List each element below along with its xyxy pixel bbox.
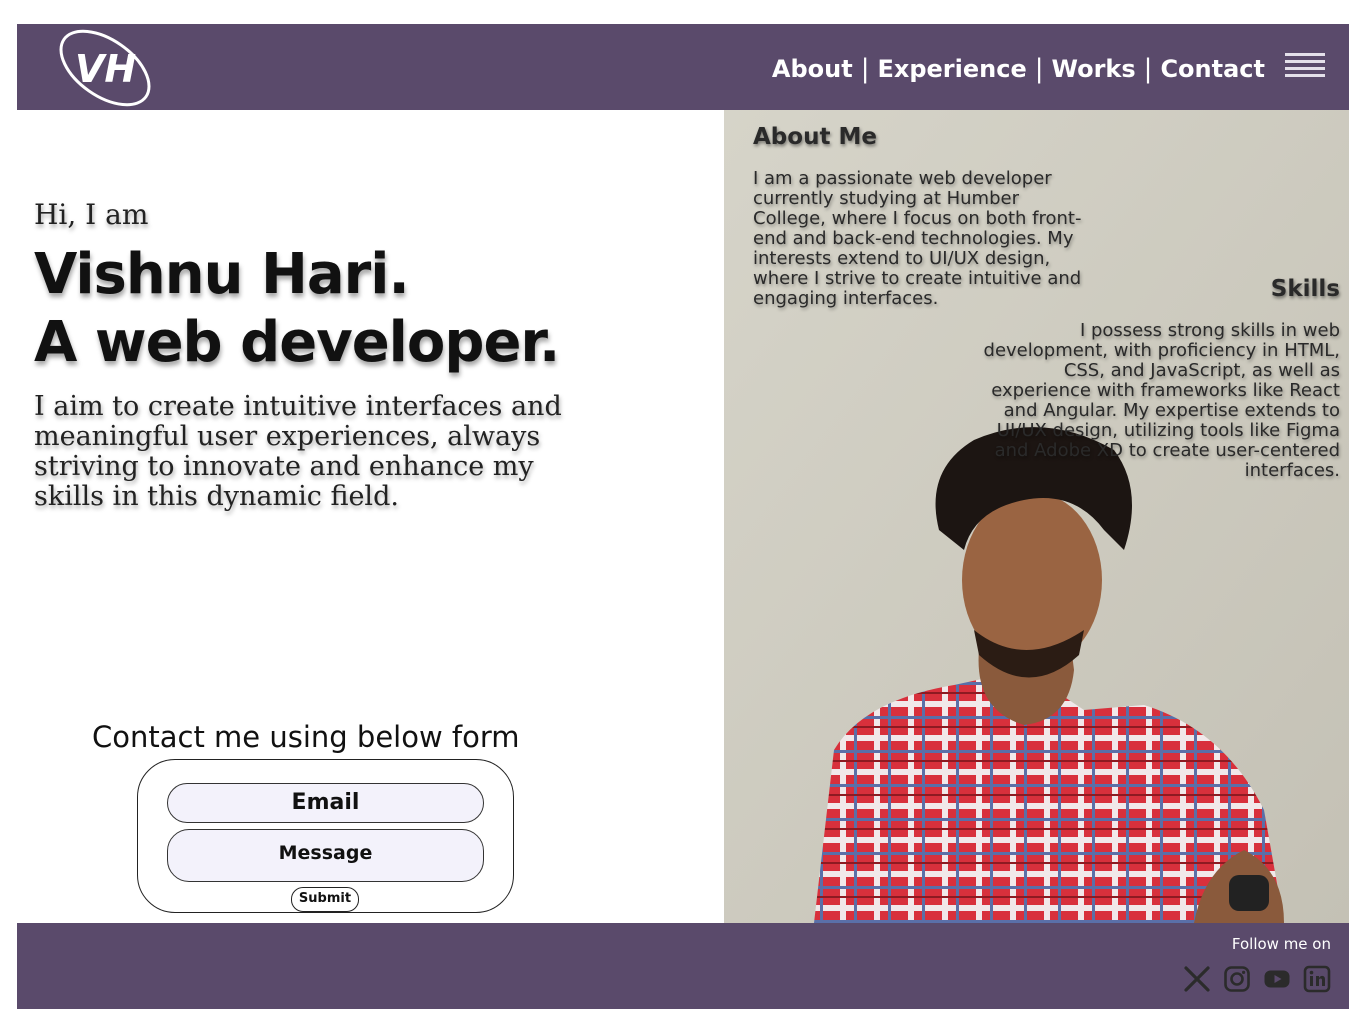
vh-logo-icon: VH [59,29,151,107]
nav-separator: | [1034,54,1044,84]
skills-text: I possess strong skills in web developme… [983,320,1340,481]
message-field[interactable]: Message [167,829,484,882]
logo[interactable]: VH [57,26,157,108]
about-section: About Me I am a passionate web developer… [724,110,1349,923]
nav-separator: | [860,54,870,84]
contact-form: Email Message Submit [137,759,514,913]
about-title: About Me [753,124,877,150]
x-icon[interactable] [1183,965,1211,993]
nav-experience[interactable]: Experience [877,55,1026,83]
hero-name: Vishnu Hari. [34,242,410,307]
social-links [1171,965,1331,993]
site-header: VH About | Experience | Works | Contact [17,24,1349,110]
follow-label: Follow me on [1231,935,1331,953]
hero-section: Hi, I am Vishnu Hari. A web developer. I… [17,110,724,923]
hero-greeting: Hi, I am [34,198,149,231]
nav-separator: | [1143,54,1153,84]
submit-button[interactable]: Submit [291,887,359,912]
main-nav: About | Experience | Works | Contact [772,54,1265,84]
hero-description: I aim to create intuitive interfaces and… [34,391,562,512]
skills-title: Skills [1270,276,1340,302]
contact-heading: Contact me using below form [92,720,520,754]
instagram-icon[interactable] [1223,965,1251,993]
hero-role: A web developer. [34,310,560,375]
about-text: I am a passionate web developer currentl… [753,168,1082,309]
nav-works[interactable]: Works [1051,55,1135,83]
nav-contact[interactable]: Contact [1160,55,1265,83]
site-footer: Follow me on [17,923,1349,1009]
nav-about[interactable]: About [772,55,853,83]
email-field[interactable]: Email [167,783,484,823]
youtube-icon[interactable] [1263,965,1291,993]
logo-text: VH [75,47,136,91]
linkedin-icon[interactable] [1303,965,1331,993]
hamburger-menu-icon[interactable] [1285,53,1325,83]
